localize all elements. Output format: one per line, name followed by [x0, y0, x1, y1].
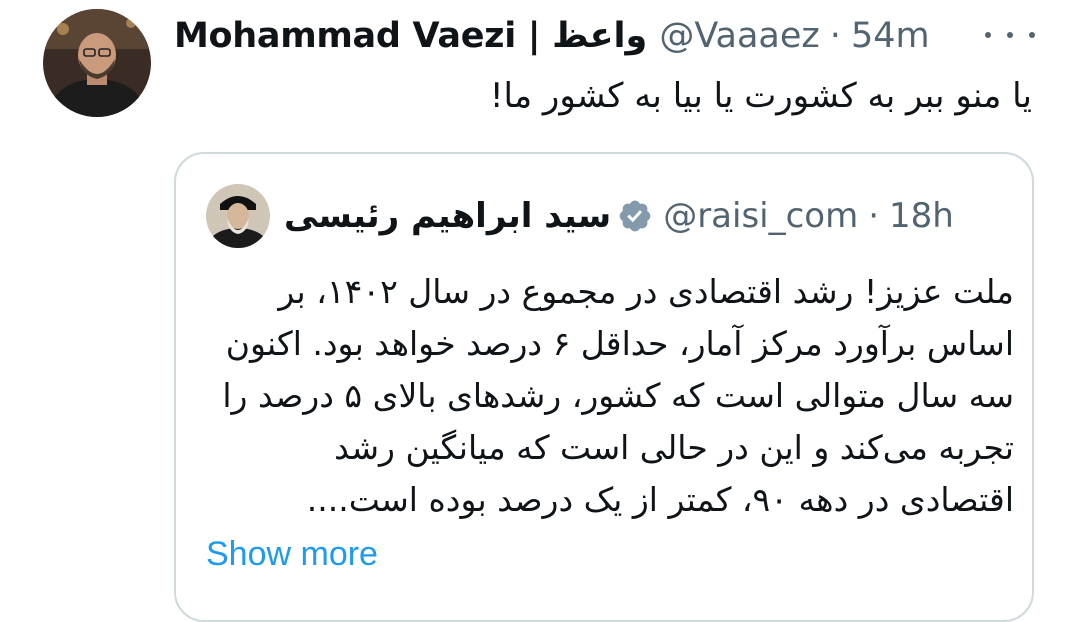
- quoted-text-line: تجربه می‌کند و این در حالی است که میانگی…: [334, 428, 1014, 467]
- more-horizontal-icon: [985, 32, 991, 38]
- quoted-author-name[interactable]: سید ابراهیم رئیسی: [284, 196, 611, 236]
- verified-badge-icon: [619, 200, 651, 232]
- more-options-button[interactable]: [985, 20, 1035, 50]
- quoted-tweet-timestamp[interactable]: 18h: [889, 196, 954, 236]
- header-dot-separator: ·: [829, 16, 841, 56]
- more-horizontal-icon-dot: [1029, 32, 1035, 38]
- show-more-link[interactable]: Show more: [206, 530, 378, 578]
- quoted-text-line: اقتصادی در دهه ۹۰، کمتر از یک درصد بوده …: [306, 480, 1014, 519]
- quoted-text-line: ملت عزیز! رشد اقتصادی در مجموع در سال ۱۴…: [278, 272, 1014, 311]
- more-horizontal-icon-dot: [1007, 32, 1013, 38]
- quoted-dot-separator: ·: [868, 196, 880, 236]
- quoted-author-avatar[interactable]: [206, 184, 270, 248]
- quoted-text-line: اساس برآورد مرکز آمار، حداقل ۶ درصد خواه…: [225, 324, 1014, 363]
- tweet-text: یا منو ببر به کشورت یا بیا به کشور ما!: [489, 76, 1032, 116]
- author-avatar[interactable]: [43, 9, 151, 117]
- author-handle[interactable]: @Vaaaez: [659, 16, 819, 56]
- tweet-header: Mohammad Vaezi | واعظ @Vaaaez · 54m: [174, 12, 930, 60]
- quoted-tweet-header: سید ابراهیم رئیسی @raisi_com · 18h: [284, 192, 954, 240]
- quoted-author-handle[interactable]: @raisi_com: [663, 196, 858, 236]
- tweet-timestamp[interactable]: 54m: [851, 16, 930, 56]
- author-name[interactable]: Mohammad Vaezi | واعظ: [174, 16, 648, 56]
- quoted-tweet-text: ملت عزیز! رشد اقتصادی در مجموع در سال ۱۴…: [206, 266, 1014, 526]
- quoted-text-line: سه سال متوالی است که کشور، رشدهای بالای …: [222, 376, 1014, 415]
